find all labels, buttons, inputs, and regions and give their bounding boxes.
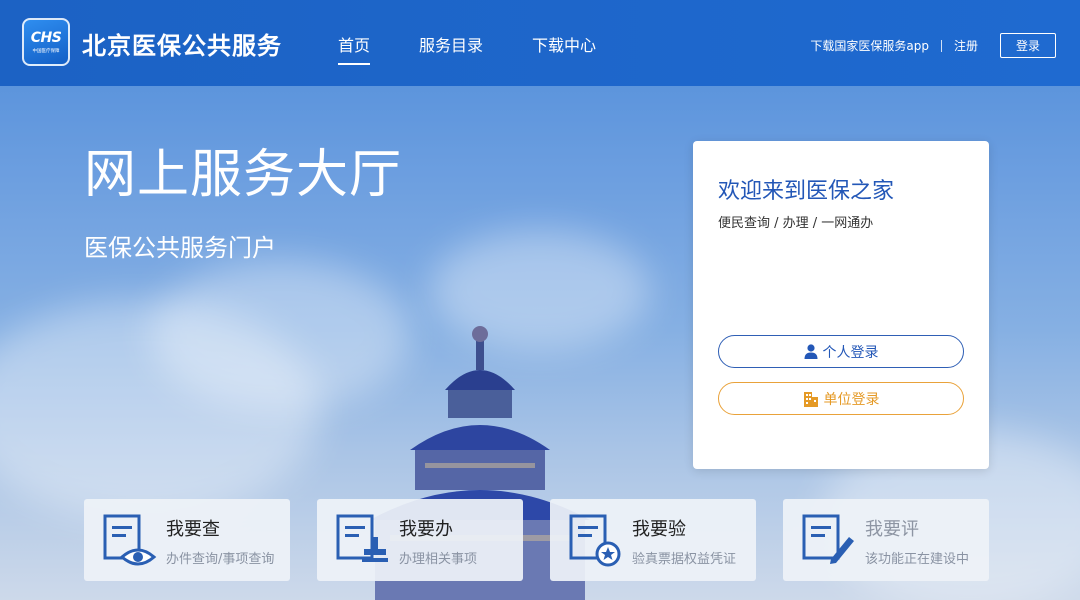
personal-login-button[interactable]: 个人登录 xyxy=(718,335,964,368)
document-eye-icon xyxy=(103,514,157,566)
service-tile-query[interactable]: 我要查 办件查询/事项查询 xyxy=(84,499,290,581)
document-star-icon xyxy=(569,514,621,567)
service-tiles: 我要查 办件查询/事项查询 我要办 办理相关事项 我要验 验真票据权益凭证 我要… xyxy=(84,499,1016,581)
card-title: 欢迎来到医保之家 xyxy=(718,179,895,204)
divider xyxy=(940,39,942,52)
tile-desc: 办理相关事项 xyxy=(399,552,478,567)
tile-title: 我要评 xyxy=(865,519,919,540)
login-button[interactable]: 登录 xyxy=(999,33,1056,58)
service-tile-evaluate[interactable]: 我要评 该功能正在建设中 xyxy=(783,499,989,581)
document-pen-icon xyxy=(802,514,854,564)
logo-text: CHS xyxy=(30,30,62,46)
tile-desc: 办件查询/事项查询 xyxy=(166,552,275,567)
nav-download-center[interactable]: 下载中心 xyxy=(532,32,596,56)
hero-title: 网上服务大厅 xyxy=(84,145,403,205)
top-header-bar: CHS 中国医疗保障 北京医保公共服务 首页 服务目录 下载中心 下载国家医保服… xyxy=(0,0,1080,86)
card-subtitle: 便民查询 / 办理 / 一网通办 xyxy=(718,216,874,231)
building-icon xyxy=(803,391,818,407)
chs-logo[interactable]: CHS 中国医疗保障 xyxy=(22,18,70,66)
hero-subtitle: 医保公共服务门户 xyxy=(84,234,276,262)
tile-title: 我要验 xyxy=(632,519,686,540)
unit-login-button[interactable]: 单位登录 xyxy=(718,382,964,415)
site-title[interactable]: 北京医保公共服务 xyxy=(82,26,282,61)
register-link[interactable]: 注册 xyxy=(954,37,978,54)
logo-subtext: 中国医疗保障 xyxy=(32,48,60,54)
download-app-link[interactable]: 下载国家医保服务app xyxy=(810,37,929,54)
nav-home[interactable]: 首页 xyxy=(338,32,371,65)
header-actions: 下载国家医保服务app 注册 登录 xyxy=(810,33,1056,58)
document-stamp-icon xyxy=(336,514,388,562)
service-tile-verify[interactable]: 我要验 验真票据权益凭证 xyxy=(550,499,756,581)
service-tile-handle[interactable]: 我要办 办理相关事项 xyxy=(317,499,523,581)
unit-login-label: 单位登录 xyxy=(823,391,880,408)
login-card: 欢迎来到医保之家 便民查询 / 办理 / 一网通办 个人登录 单位登录 xyxy=(693,141,989,469)
tile-title: 我要办 xyxy=(399,519,453,540)
tile-desc: 该功能正在建设中 xyxy=(865,552,970,567)
personal-login-label: 个人登录 xyxy=(822,344,879,361)
main-nav: 首页 服务目录 下载中心 xyxy=(338,32,645,65)
nav-service-catalog[interactable]: 服务目录 xyxy=(419,32,483,56)
tile-title: 我要查 xyxy=(166,519,220,540)
tile-desc: 验真票据权益凭证 xyxy=(632,552,737,567)
person-icon xyxy=(804,344,817,359)
